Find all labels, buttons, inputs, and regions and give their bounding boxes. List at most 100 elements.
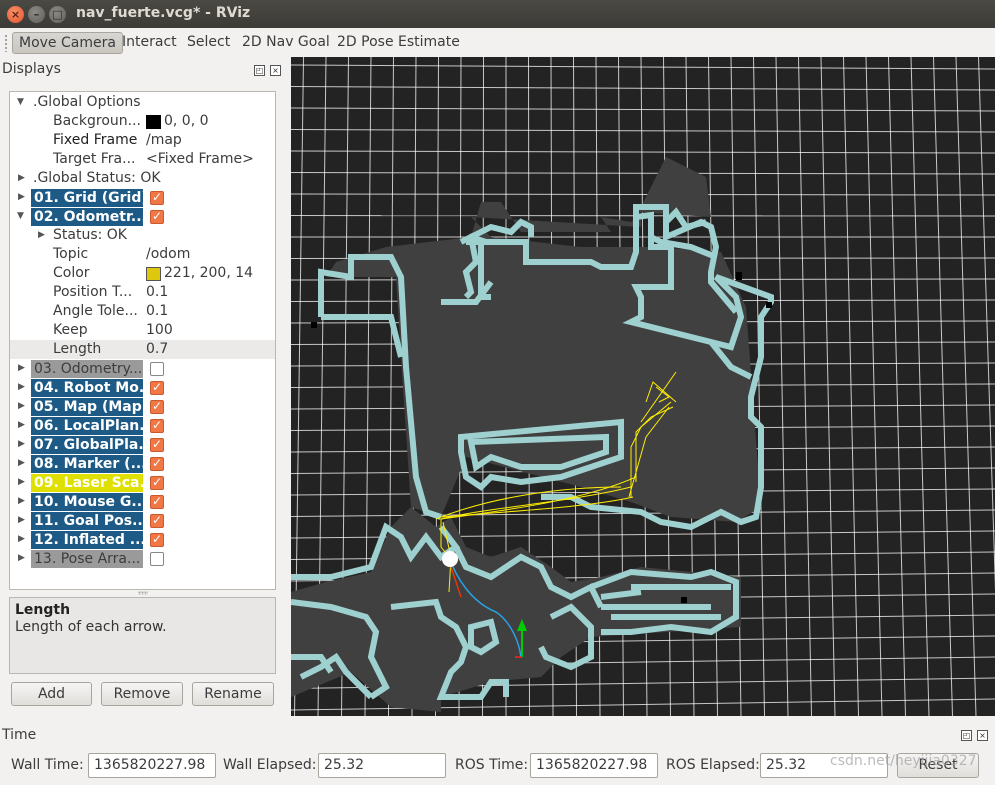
tool-bar: Move Camera Interact Select 2D Nav Goal … <box>0 28 995 58</box>
expand-arrow-icon[interactable]: ▶ <box>18 454 25 473</box>
expand-arrow-icon[interactable]: ▶ <box>18 435 25 454</box>
close-window-button[interactable]: × <box>7 6 24 23</box>
grid-line <box>865 57 883 716</box>
tree-row-angle-tolerance[interactable]: Angle Tole... 0.1 <box>10 302 275 321</box>
close-panel-icon[interactable]: × <box>270 65 281 76</box>
ros-elapsed-label: ROS Elapsed: <box>666 757 760 773</box>
time-panel-title: Time <box>2 727 37 743</box>
grid-line <box>291 64 995 70</box>
collapse-arrow-icon[interactable]: ▼ <box>17 93 24 112</box>
close-time-panel-icon[interactable]: × <box>977 730 988 741</box>
expand-arrow-icon[interactable]: ▶ <box>18 530 25 549</box>
watermark-text: csdn.net/heyijia0327 <box>830 753 977 769</box>
collapse-arrow-icon[interactable]: ▼ <box>17 207 24 226</box>
enable-checkbox[interactable] <box>150 435 164 454</box>
display-item-global-plan[interactable]: ▶ 07. GlobalPla... <box>10 435 275 454</box>
tree-row-global-status[interactable]: ▶ .Global Status: OK <box>10 169 275 188</box>
grid-line <box>978 57 995 591</box>
window-title: nav_fuerte.vcg* - RViz <box>76 5 251 21</box>
wall-elapsed-field[interactable]: 25.32 <box>318 753 446 778</box>
enable-checkbox[interactable] <box>150 552 164 566</box>
enable-checkbox[interactable] <box>150 207 164 226</box>
description-text: Length of each arrow. <box>15 619 167 635</box>
expand-arrow-icon[interactable]: ▶ <box>18 492 25 511</box>
background-color-swatch <box>146 115 161 129</box>
display-item-robot-model[interactable]: ▶ 04. Robot Mo... <box>10 378 275 397</box>
maximize-window-button[interactable]: □ <box>49 6 66 23</box>
panel-splitter[interactable] <box>138 591 148 595</box>
enable-checkbox[interactable] <box>150 511 164 530</box>
tree-row-fixed-frame[interactable]: Fixed Frame /map <box>10 131 275 150</box>
display-item-marker[interactable]: ▶ 08. Marker (... <box>10 454 275 473</box>
display-item-laser-scan[interactable]: ▶ 09. Laser Sca... <box>10 473 275 492</box>
tree-row-background[interactable]: Backgroun... 0, 0, 0 <box>10 112 275 131</box>
grid-line <box>933 57 953 716</box>
grid-line <box>955 57 977 716</box>
grid-line <box>291 150 995 154</box>
wall-elapsed-label: Wall Elapsed: <box>223 757 317 773</box>
enable-checkbox[interactable] <box>150 473 164 492</box>
display-item-odometry-2[interactable]: ▶ 03. Odometry... <box>10 359 275 378</box>
remove-display-button[interactable]: Remove <box>101 682 183 706</box>
expand-arrow-icon[interactable]: ▶ <box>38 226 45 245</box>
ros-time-field[interactable]: 1365820227.98 <box>530 753 658 778</box>
grid-line <box>910 57 930 716</box>
expand-arrow-icon[interactable]: ▶ <box>18 378 25 397</box>
odometry-color-swatch <box>146 267 161 281</box>
grid-line <box>291 172 995 175</box>
nav-goal-tool[interactable]: 2D Nav Goal <box>236 32 336 54</box>
tree-row-topic[interactable]: Topic /odom <box>10 245 275 264</box>
grid-line <box>291 193 995 196</box>
expand-arrow-icon[interactable]: ▶ <box>18 359 25 378</box>
expand-arrow-icon[interactable]: ▶ <box>18 511 25 530</box>
expand-arrow-icon[interactable]: ▶ <box>18 188 25 207</box>
enable-checkbox[interactable] <box>150 454 164 473</box>
ros-time-label: ROS Time: <box>455 757 529 773</box>
enable-checkbox[interactable] <box>150 378 164 397</box>
float-time-panel-icon[interactable]: ◰ <box>961 730 972 741</box>
description-title: Length <box>15 602 71 618</box>
tree-row-odometry-status[interactable]: ▶ Status: OK <box>10 226 275 245</box>
tree-row-keep[interactable]: Keep 100 <box>10 321 275 340</box>
move-camera-tool[interactable]: Move Camera <box>12 32 123 54</box>
enable-checkbox[interactable] <box>150 362 164 376</box>
add-display-button[interactable]: Add <box>11 682 92 706</box>
expand-arrow-icon[interactable]: ▶ <box>18 397 25 416</box>
expand-arrow-icon[interactable]: ▶ <box>18 169 25 188</box>
enable-checkbox[interactable] <box>150 492 164 511</box>
display-item-grid[interactable]: ▶ 01. Grid (Grid) <box>10 188 275 207</box>
rename-display-button[interactable]: Rename <box>192 682 274 706</box>
property-description: Length Length of each arrow. <box>9 597 276 674</box>
expand-arrow-icon[interactable]: ▶ <box>18 549 25 568</box>
expand-arrow-icon[interactable]: ▶ <box>18 416 25 435</box>
displays-tree[interactable]: ▼ .Global Options Backgroun... 0, 0, 0 F… <box>9 91 276 590</box>
display-item-odometry[interactable]: ▼ 02. Odometr... <box>10 207 275 226</box>
display-item-pose-array[interactable]: ▶ 13. Pose Arra... <box>10 549 275 568</box>
enable-checkbox[interactable] <box>150 397 164 416</box>
display-item-local-plan[interactable]: ▶ 06. LocalPlan... <box>10 416 275 435</box>
enable-checkbox[interactable] <box>150 530 164 549</box>
display-item-inflated[interactable]: ▶ 12. Inflated ... <box>10 530 275 549</box>
wall-time-field[interactable]: 1365820227.98 <box>88 753 216 778</box>
map-render <box>291 57 995 716</box>
select-tool[interactable]: Select <box>181 32 236 54</box>
tree-row-global-options[interactable]: ▼ .Global Options <box>10 93 275 112</box>
toolbar-grip[interactable] <box>4 34 8 52</box>
float-panel-icon[interactable]: ◰ <box>254 65 265 76</box>
display-item-mouse-goal[interactable]: ▶ 10. Mouse G... <box>10 492 275 511</box>
tree-row-position-tolerance[interactable]: Position T... 0.1 <box>10 283 275 302</box>
robot-marker <box>442 551 458 567</box>
displays-panel-title: Displays <box>2 61 61 77</box>
display-item-map[interactable]: ▶ 05. Map (Map) <box>10 397 275 416</box>
enable-checkbox[interactable] <box>150 416 164 435</box>
expand-arrow-icon[interactable]: ▶ <box>18 473 25 492</box>
tree-row-target-frame[interactable]: Target Fra... <Fixed Frame> <box>10 150 275 169</box>
minimize-window-button[interactable]: – <box>28 6 45 23</box>
enable-checkbox[interactable] <box>150 188 164 207</box>
pose-estimate-tool[interactable]: 2D Pose Estimate <box>331 32 466 54</box>
interact-tool[interactable]: Interact <box>116 32 183 54</box>
tree-row-length[interactable]: Length 0.7 <box>10 340 275 359</box>
display-item-goal-pose[interactable]: ▶ 11. Goal Pos... <box>10 511 275 530</box>
render-viewport[interactable] <box>291 57 995 716</box>
tree-row-color[interactable]: Color 221, 200, 14 <box>10 264 275 283</box>
